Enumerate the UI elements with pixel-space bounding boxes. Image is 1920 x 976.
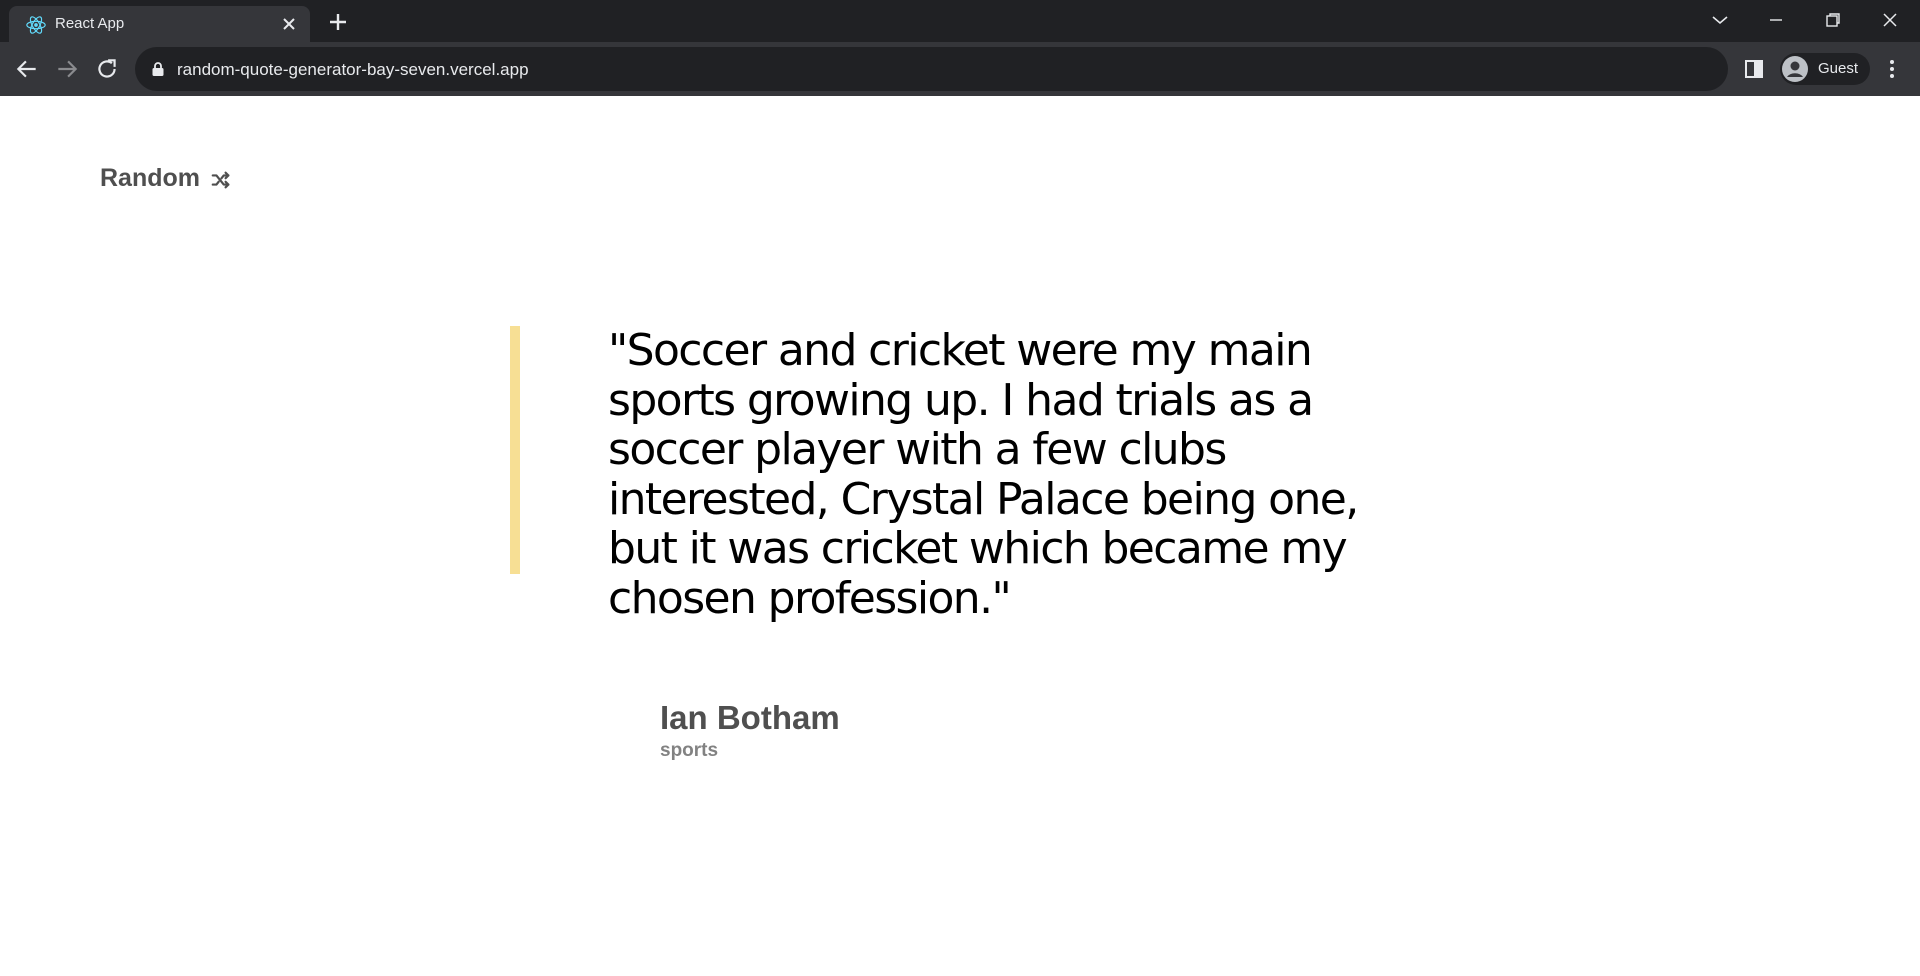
close-icon[interactable] bbox=[280, 15, 298, 33]
react-favicon-icon bbox=[26, 16, 46, 34]
tab-title: React App bbox=[55, 15, 125, 32]
browser-tab[interactable]: React App bbox=[9, 6, 310, 42]
side-panel-icon[interactable] bbox=[1744, 59, 1764, 79]
random-button[interactable]: Random bbox=[100, 162, 232, 194]
lock-icon[interactable] bbox=[151, 61, 165, 77]
forward-arrow-icon[interactable] bbox=[54, 56, 80, 82]
author-block[interactable]: Ian Botham sports bbox=[660, 699, 1360, 779]
shuffle-icon bbox=[211, 171, 230, 189]
restore-icon[interactable] bbox=[1821, 8, 1845, 32]
address-bar[interactable]: random-quote-generator-bay-seven.vercel.… bbox=[135, 47, 1728, 91]
kebab-menu-icon[interactable] bbox=[1886, 57, 1898, 81]
url-text: random-quote-generator-bay-seven.vercel.… bbox=[177, 60, 529, 79]
quote-accent-bar bbox=[510, 326, 520, 574]
browser-toolbar: random-quote-generator-bay-seven.vercel.… bbox=[0, 42, 1920, 96]
author-name: Ian Botham bbox=[660, 699, 840, 736]
plus-icon[interactable] bbox=[324, 10, 352, 34]
chevron-down-icon[interactable] bbox=[1708, 8, 1732, 32]
minimize-icon[interactable] bbox=[1764, 8, 1788, 32]
random-button-label: Random bbox=[100, 163, 200, 192]
profile-label: Guest bbox=[1818, 60, 1859, 77]
avatar-icon bbox=[1782, 56, 1808, 82]
reload-icon[interactable] bbox=[94, 56, 120, 82]
quote-text: "Soccer and cricket were my main sports … bbox=[608, 325, 1359, 624]
back-arrow-icon[interactable] bbox=[14, 56, 40, 82]
tab-strip: React App bbox=[0, 0, 1920, 42]
profile-button[interactable]: Guest bbox=[1780, 53, 1870, 85]
page-content: Random "Soccer and cricket were my main … bbox=[0, 96, 1920, 976]
window-close-icon[interactable] bbox=[1878, 8, 1902, 32]
quote-block: "Soccer and cricket were my main sports … bbox=[510, 326, 1410, 623]
quote-genre: sports bbox=[660, 740, 719, 761]
